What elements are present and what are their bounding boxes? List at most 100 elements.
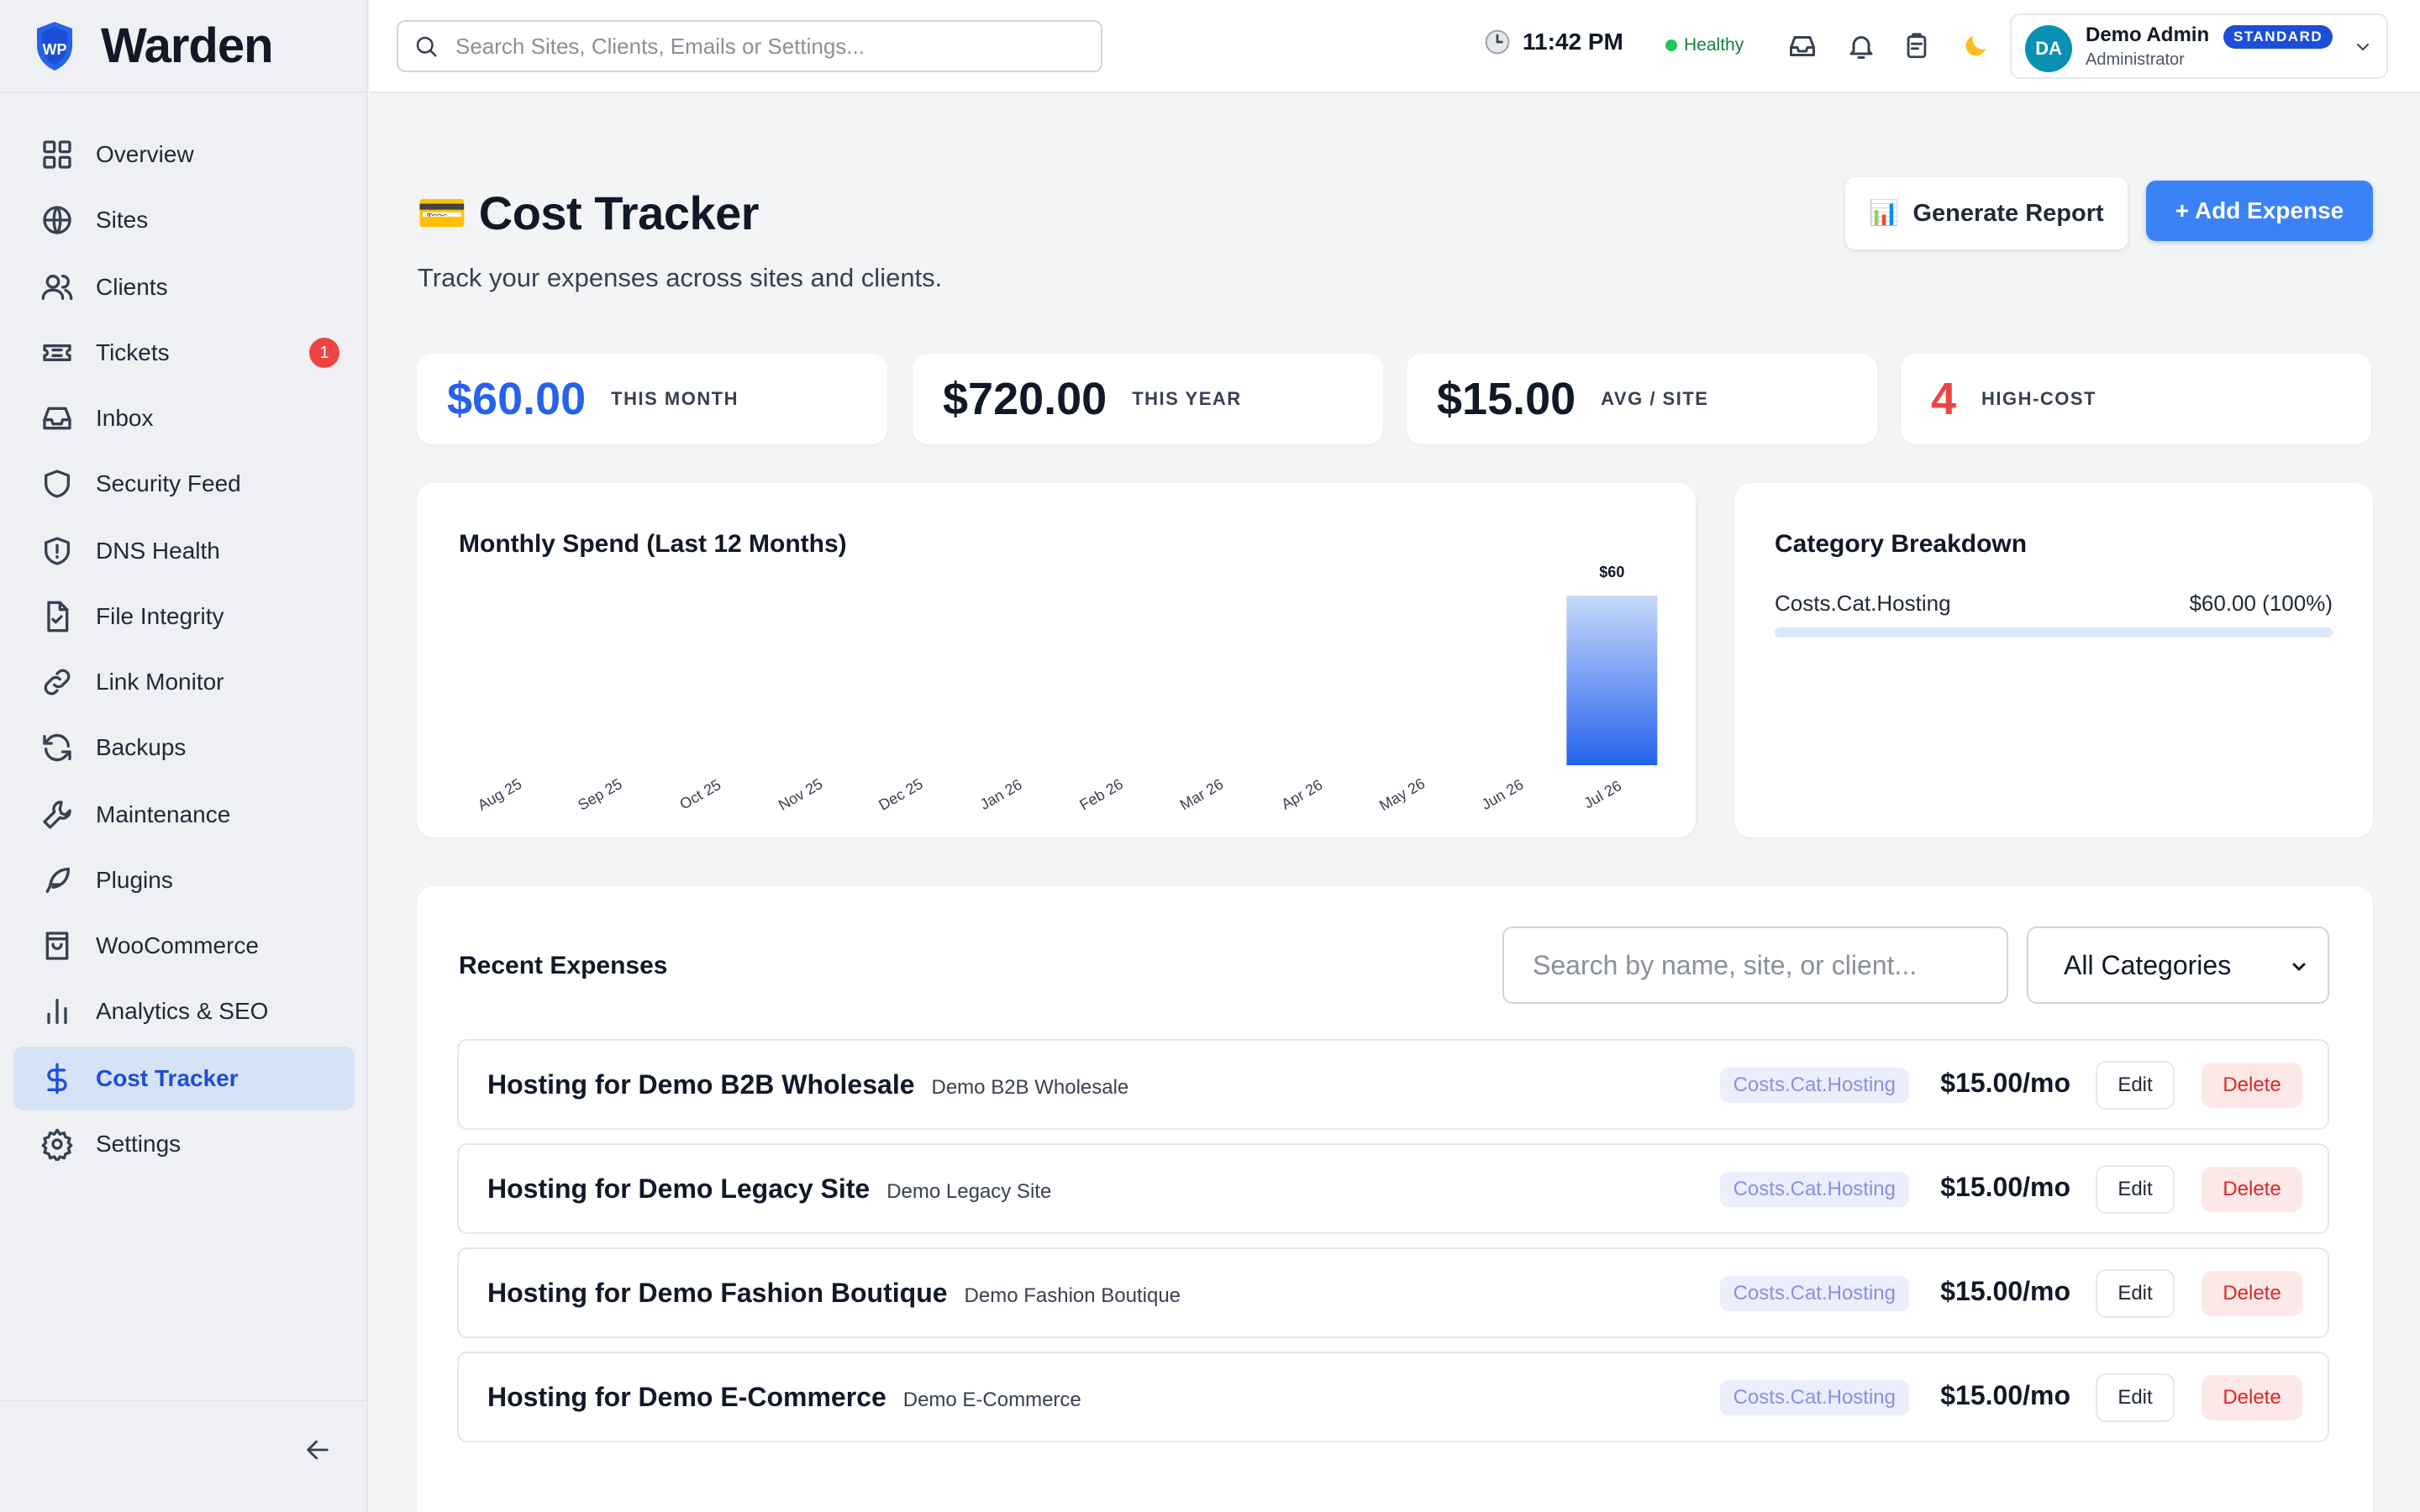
logo-text: WP: [43, 41, 67, 58]
sidebar-item-label: Backups: [96, 734, 187, 760]
user-role: Administrator: [2086, 50, 2185, 69]
ticket-icon: [43, 344, 71, 361]
global-search-input[interactable]: [455, 33, 1077, 60]
sidebar-item-security-feed[interactable]: Security Feed: [13, 452, 355, 516]
sidebar-item-plugins[interactable]: Plugins: [13, 848, 355, 912]
sidebar-item-settings[interactable]: Settings: [13, 1112, 355, 1176]
sidebar-item-overview[interactable]: Overview: [13, 123, 355, 186]
sidebar-item-backups[interactable]: Backups: [13, 716, 355, 780]
delete-button[interactable]: Delete: [2202, 1063, 2302, 1108]
sidebar: WP Warden Overview Sites Clients Tickets…: [0, 0, 368, 1512]
sidebar-item-file-integrity[interactable]: File Integrity: [13, 585, 355, 648]
category-filter-value: All Categories: [2064, 949, 2232, 980]
sidebar-item-label: File Integrity: [96, 603, 224, 629]
category-breakdown-card: Category Breakdown Costs.Cat.Hosting $60…: [1734, 483, 2373, 837]
expense-row: Hosting for Demo Legacy Site Demo Legacy …: [457, 1143, 2329, 1234]
sidebar-item-maintenance[interactable]: Maintenance: [13, 783, 355, 847]
theme-toggle-button[interactable]: [1958, 29, 1993, 64]
sidebar-item-clients[interactable]: Clients: [13, 255, 355, 319]
stat-card-high-cost: 4 HIGH-COST: [1901, 354, 2371, 444]
health-status[interactable]: Healthy: [1659, 35, 1744, 55]
page-header: 💳 Cost Tracker: [417, 186, 760, 240]
expense-amount: $15.00/mo: [1940, 1172, 2070, 1202]
user-menu[interactable]: DA Demo Admin Administrator STANDARD: [2010, 13, 2388, 79]
sidebar-item-cost-tracker[interactable]: Cost Tracker: [13, 1047, 355, 1110]
expense-search-input[interactable]: [1502, 927, 2008, 1004]
expense-client: Demo Legacy Site: [886, 1180, 1052, 1203]
sidebar-item-woocommerce[interactable]: WooCommerce: [13, 914, 355, 978]
delete-button[interactable]: Delete: [2202, 1375, 2302, 1420]
sidebar-item-label: Tickets: [96, 339, 170, 365]
chart-x-tick-label: Feb 26: [1076, 775, 1126, 813]
health-label: Healthy: [1684, 35, 1744, 55]
expense-amount: $15.00/mo: [1940, 1380, 2070, 1410]
sidebar-item-label: Analytics & SEO: [96, 998, 269, 1024]
chevron-down-icon: [2357, 44, 2369, 50]
app-name: Warden: [101, 18, 274, 73]
sidebar-item-label: DNS Health: [96, 538, 220, 564]
sidebar-item-label: Link Monitor: [96, 669, 224, 695]
edit-button[interactable]: Edit: [2096, 1061, 2175, 1110]
expense-client: Demo E-Commerce: [902, 1389, 1081, 1411]
generate-report-label: Generate Report: [1912, 199, 2104, 227]
category-name: Costs.Cat.Hosting: [1775, 591, 1951, 616]
global-search[interactable]: [397, 20, 1102, 72]
sidebar-item-label: Plugins: [96, 867, 173, 893]
delete-button[interactable]: Delete: [2202, 1271, 2302, 1316]
arrow-left-icon: [307, 1440, 329, 1460]
stat-label: HIGH-COST: [1981, 388, 2096, 409]
stat-value: $15.00: [1437, 374, 1576, 424]
shopping-bag-icon: [45, 932, 69, 960]
expense-category-badge: Costs.Cat.Hosting: [1719, 1380, 1909, 1415]
dollar-icon: [47, 1063, 67, 1095]
file-check-icon: [47, 601, 69, 633]
sidebar-item-dns-health[interactable]: DNS Health: [13, 519, 355, 583]
health-dot-icon: [1665, 39, 1677, 51]
delete-button[interactable]: Delete: [2202, 1167, 2302, 1212]
avatar: DA: [2025, 25, 2072, 72]
edit-button[interactable]: Edit: [2096, 1269, 2175, 1318]
edit-button[interactable]: Edit: [2096, 1373, 2175, 1422]
edit-button[interactable]: Edit: [2096, 1165, 2175, 1214]
monthly-spend-chart: Aug 25 Sep 25 Oct 25 Nov 25 Dec 25 Jan 26 Feb …: [475, 564, 1658, 814]
clock-icon: [1485, 29, 1510, 55]
user-name: Demo Admin: [2086, 24, 2210, 46]
expense-row: Hosting for Demo E-Commerce Demo E-Commer…: [457, 1352, 2329, 1442]
expense-client: Demo B2B Wholesale: [931, 1076, 1129, 1099]
tasks-button[interactable]: [1899, 29, 1934, 64]
expense-category-badge: Costs.Cat.Hosting: [1719, 1276, 1909, 1311]
sidebar-item-sites[interactable]: Sites: [13, 188, 355, 252]
bar-chart-icon: [47, 999, 67, 1024]
main-content: 💳 Cost Tracker Track your expenses acros…: [370, 93, 2420, 1512]
sidebar-item-label: Settings: [96, 1131, 182, 1157]
moon-icon: [1965, 36, 1986, 56]
sidebar-item-label: WooCommerce: [96, 932, 259, 958]
add-expense-button[interactable]: + Add Expense: [2146, 181, 2373, 241]
notifications-button[interactable]: [1844, 29, 1879, 64]
chart-x-tick-label: Sep 25: [575, 775, 624, 814]
stat-card-avg-site: $15.00 AVG / SITE: [1407, 354, 1877, 444]
chart-x-tick-label: Oct 25: [676, 776, 723, 813]
wrench-icon: [43, 801, 71, 829]
category-filter-select[interactable]: All Categories: [2027, 927, 2329, 1004]
generate-report-button[interactable]: 📊 Generate Report: [1845, 177, 2128, 249]
sidebar-item-inbox[interactable]: Inbox: [13, 386, 355, 450]
brand[interactable]: WP Warden: [0, 0, 366, 93]
chart-x-tick-label: Nov 25: [776, 775, 825, 814]
expense-name: Hosting for Demo Legacy Site: [487, 1173, 871, 1204]
sidebar-item-tickets[interactable]: Tickets 1: [13, 321, 355, 385]
sidebar-item-label: Sites: [96, 207, 149, 233]
chart-data-label: $60: [1599, 564, 1624, 580]
globe-icon: [43, 206, 71, 234]
clock: 11:42 PM: [1484, 29, 1623, 55]
sidebar-item-label: Security Feed: [96, 470, 241, 496]
sidebar-item-label: Clients: [96, 274, 168, 300]
chart-x-tick-label: Jun 26: [1479, 776, 1527, 813]
inbox-button[interactable]: [1785, 29, 1820, 64]
sidebar-item-label: Overview: [96, 141, 194, 167]
sidebar-item-label: Cost Tracker: [96, 1065, 239, 1091]
collapse-sidebar-button[interactable]: [299, 1431, 336, 1468]
sidebar-item-link-monitor[interactable]: Link Monitor: [13, 650, 355, 714]
plan-badge: STANDARD: [2223, 25, 2333, 49]
sidebar-item-analytics-seo[interactable]: Analytics & SEO: [13, 979, 355, 1043]
